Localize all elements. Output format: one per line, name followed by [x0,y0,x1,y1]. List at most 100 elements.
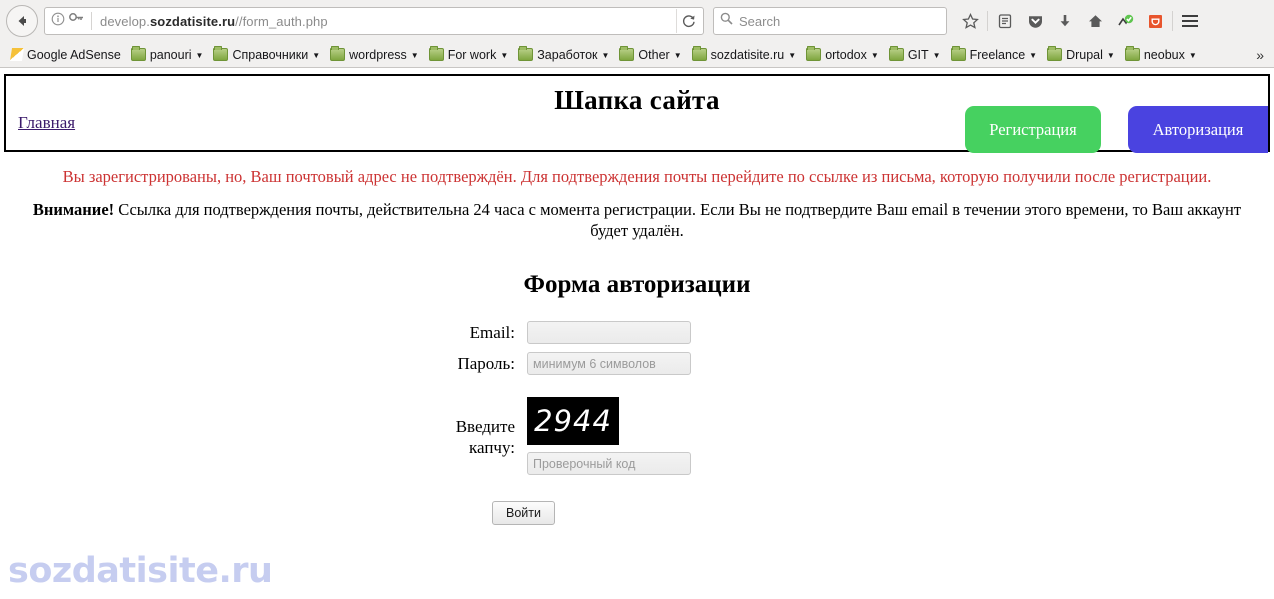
url-prefix: develop. [100,13,150,29]
authorization-form: Email: Пароль: Введите капчу: 2944 Войти [0,321,1274,525]
password-label: Пароль: [457,353,515,373]
toolbar-separator [987,11,988,31]
address-bar-separator [91,12,92,30]
bookmark-neobux[interactable]: neobux ▼ [1120,44,1202,65]
reader-view-icon[interactable] [990,6,1020,36]
chevron-down-icon: ▼ [500,50,509,60]
attention-label: Внимание! [32,200,115,219]
reload-button[interactable] [676,9,701,33]
chevron-down-icon: ▼ [932,50,941,60]
bookmark-label: Other [638,47,670,62]
search-input[interactable]: Search [739,14,780,29]
bookmark-wordpress[interactable]: wordpress ▼ [325,44,424,65]
key-icon[interactable] [69,12,84,30]
bookmark-zarabotok[interactable]: Заработок ▼ [513,44,614,65]
search-icon [720,12,733,30]
authorization-button[interactable]: Авторизация [1128,106,1268,153]
password-input[interactable] [527,352,691,375]
bookmark-label: wordpress [349,47,407,62]
captcha-label-line1: Введите [455,417,515,436]
submit-spacer [0,501,492,525]
page-content: Шапка сайта Главная Регистрация Авториза… [0,74,1274,599]
bookmark-label: ortodox [825,47,867,62]
url-host: sozdatisite.ru [149,13,236,29]
bookmark-label: panouri [149,47,192,62]
attention-text: Ссылка для подтверждения почты, действит… [114,200,1242,240]
email-input[interactable] [527,321,691,344]
register-button[interactable]: Регистрация [965,106,1101,153]
attention-notice: Внимание! Ссылка для подтверждения почты… [12,199,1262,241]
folder-icon [888,46,904,61]
folder-icon [518,46,534,61]
folder-icon [213,46,229,61]
bookmark-drupal[interactable]: Drupal ▼ [1042,44,1120,65]
bookmark-star-icon[interactable] [955,6,985,36]
downloads-icon[interactable] [1050,6,1080,36]
folder-icon [428,46,444,61]
bookmark-label: Freelance [969,47,1026,62]
folder-icon [806,46,822,61]
email-label: Email: [469,322,515,342]
site-watermark: sozdatisite.ru [8,551,273,591]
bookmark-label: Drupal [1066,47,1103,62]
addon-check-icon[interactable] [1110,6,1140,36]
chevron-down-icon: ▼ [312,50,321,60]
back-button[interactable] [6,5,38,37]
submit-row: Войти [0,501,1274,525]
captcha-image: 2944 [527,397,619,445]
browser-chrome: develop.sozdatisite.ru//form_auth.php Se… [0,0,1274,68]
folder-icon [619,46,635,61]
bookmark-git[interactable]: GIT ▼ [884,44,946,65]
bookmark-panouri[interactable]: panouri ▼ [126,44,209,65]
folder-icon [130,46,146,61]
login-button[interactable]: Войти [492,501,555,525]
chevron-down-icon: ▼ [195,50,204,60]
password-row: Пароль: [0,352,1274,375]
folder-icon [1124,46,1140,61]
browser-toolbar-icons [955,6,1205,36]
chevron-down-icon: ▼ [788,50,797,60]
chevron-down-icon: ▼ [601,50,610,60]
email-not-confirmed-alert: Вы зарегистрированы, но, Ваш почтовый ад… [62,167,1212,186]
bookmarks-bar: Google AdSense panouri ▼ Справочники ▼ w… [0,42,1274,67]
url-path: //form_auth.php [235,13,328,29]
bookmark-label: neobux [1143,47,1185,62]
bookmark-other[interactable]: Other ▼ [614,44,686,65]
toolbar-separator-2 [1172,11,1173,31]
folder-icon [330,46,346,61]
adsense-icon [9,48,25,61]
bookmark-label: Заработок [537,47,598,62]
chevron-down-icon: ▼ [673,50,682,60]
bookmark-label: For work [447,47,497,62]
bookmark-google-adsense[interactable]: Google AdSense [6,44,126,65]
bookmark-for-work[interactable]: For work ▼ [424,44,514,65]
address-bar[interactable]: develop.sozdatisite.ru//form_auth.php [44,7,704,35]
home-link[interactable]: Главная [18,113,75,133]
bookmark-sozdatisite-ru[interactable]: sozdatisite.ru ▼ [687,44,802,65]
address-bar-url: develop.sozdatisite.ru//form_auth.php [100,14,676,29]
info-circle-icon[interactable] [51,12,65,31]
bookmark-spravochniki[interactable]: Справочники ▼ [208,44,325,65]
chevron-down-icon: ▼ [1029,50,1038,60]
menu-hamburger-icon[interactable] [1175,6,1205,36]
captcha-input[interactable] [527,452,691,475]
bookmark-ortodox[interactable]: ortodox ▼ [801,44,884,65]
chevron-down-icon: ▼ [870,50,879,60]
search-bar[interactable]: Search [713,7,947,35]
captcha-label: Введите капчу: [0,397,527,458]
folder-icon [950,46,966,61]
pocket-shield-icon[interactable] [1020,6,1050,36]
bookmarks-overflow-button[interactable]: » [1256,47,1268,63]
form-heading: Форма авторизации [523,271,751,298]
site-header: Шапка сайта Главная Регистрация Авториза… [4,74,1270,153]
addon-orange-icon[interactable] [1140,6,1170,36]
bookmark-label: Справочники [232,47,309,62]
bookmark-label: GIT [907,47,929,62]
home-icon[interactable] [1080,6,1110,36]
chevron-down-icon: ▼ [410,50,419,60]
reload-icon [682,15,695,28]
bookmark-freelance[interactable]: Freelance ▼ [946,44,1043,65]
bookmark-label: sozdatisite.ru [710,47,785,62]
back-arrow-icon [18,16,26,26]
chevron-down-icon: ▼ [1106,50,1115,60]
